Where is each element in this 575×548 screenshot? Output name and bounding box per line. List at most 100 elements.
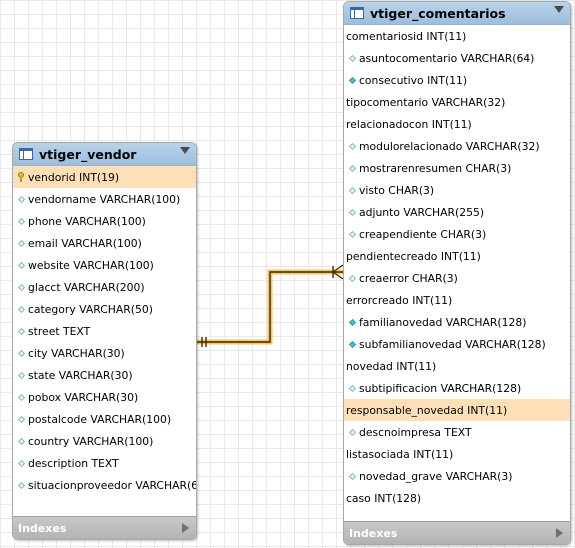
column-label: phone VARCHAR(100) <box>28 214 146 228</box>
expand-arrow-icon[interactable] <box>556 528 563 538</box>
column-row[interactable]: comentariosid INT(11) <box>344 25 570 47</box>
table-header[interactable]: vtiger_vendor <box>13 143 196 166</box>
indexes-label: Indexes <box>18 521 67 535</box>
nullable-column-icon <box>15 349 27 357</box>
expand-arrow-icon[interactable] <box>182 523 189 533</box>
table-vtiger-comentarios[interactable]: vtiger_comentarios comentariosid INT(11)… <box>343 1 571 545</box>
column-row[interactable]: creapendiente CHAR(3) <box>344 223 570 245</box>
column-row[interactable]: phone VARCHAR(100) <box>13 210 196 232</box>
column-row[interactable]: mostrarenresumen CHAR(3) <box>344 157 570 179</box>
table-header[interactable]: vtiger_comentarios <box>344 2 570 25</box>
column-label: mostrarenresumen CHAR(3) <box>359 161 512 175</box>
column-row[interactable]: tipocomentario VARCHAR(32) <box>344 91 570 113</box>
column-label: creapendiente CHAR(3) <box>359 227 487 241</box>
nullable-column-icon <box>15 217 27 225</box>
column-row[interactable]: novedad_grave VARCHAR(3) <box>344 465 570 487</box>
column-row[interactable]: subfamilianovedad VARCHAR(128) <box>344 333 570 355</box>
column-label: postalcode VARCHAR(100) <box>28 412 172 426</box>
primary-key-icon <box>15 172 27 182</box>
column-row[interactable]: consecutivo INT(11) <box>344 69 570 91</box>
column-label: errorcreado INT(11) <box>346 293 453 307</box>
column-row[interactable]: situacionproveedor VARCHAR(64) <box>13 474 196 496</box>
nullable-column-icon <box>15 195 27 203</box>
hollow-diamond-icon <box>348 54 356 62</box>
column-row[interactable]: errorcreado INT(11) <box>344 289 570 311</box>
column-row[interactable]: country VARCHAR(100) <box>13 430 196 452</box>
nullable-column-icon <box>15 459 27 467</box>
column-row[interactable]: description TEXT <box>13 452 196 474</box>
hollow-diamond-icon <box>348 384 356 392</box>
column-label: website VARCHAR(100) <box>28 258 154 272</box>
table-icon <box>19 148 33 160</box>
column-label: comentariosid INT(11) <box>346 29 467 43</box>
nullable-column-icon <box>346 186 358 194</box>
column-row[interactable]: vendorid INT(19) <box>13 166 196 188</box>
column-label: subfamilianovedad VARCHAR(128) <box>359 337 546 351</box>
column-label: adjunto VARCHAR(255) <box>359 205 485 219</box>
column-row[interactable]: asuntocomentario VARCHAR(64) <box>344 47 570 69</box>
column-row[interactable]: glacct VARCHAR(200) <box>13 276 196 298</box>
column-row[interactable]: relacionadocon INT(11) <box>344 113 570 135</box>
column-row[interactable]: listasociada INT(11) <box>344 443 570 465</box>
column-row[interactable]: pobox VARCHAR(30) <box>13 386 196 408</box>
column-row[interactable]: postalcode VARCHAR(100) <box>13 408 196 430</box>
hollow-diamond-icon <box>17 327 25 335</box>
nullable-column-icon <box>15 393 27 401</box>
column-row[interactable]: modulorelacionado VARCHAR(32) <box>344 135 570 157</box>
filled-diamond-icon <box>348 318 356 326</box>
column-row[interactable]: subtipificacion VARCHAR(128) <box>344 377 570 399</box>
column-row[interactable]: familianovedad VARCHAR(128) <box>344 311 570 333</box>
column-row[interactable]: caso INT(128) <box>344 487 570 509</box>
table-vtiger-vendor[interactable]: vtiger_vendor vendorid INT(19) vendorname… <box>12 142 197 540</box>
column-row[interactable]: state VARCHAR(30) <box>13 364 196 386</box>
column-row[interactable]: email VARCHAR(100) <box>13 232 196 254</box>
column-list: vendorid INT(19) vendorname VARCHAR(100) p… <box>13 166 196 496</box>
indexes-section[interactable]: Indexes <box>344 521 570 544</box>
column-row[interactable]: vendorname VARCHAR(100) <box>13 188 196 210</box>
column-label: vendorid INT(19) <box>28 170 120 184</box>
hollow-diamond-icon <box>348 208 356 216</box>
column-row[interactable]: category VARCHAR(50) <box>13 298 196 320</box>
column-row[interactable]: visto CHAR(3) <box>344 179 570 201</box>
column-list: comentariosid INT(11) asuntocomentario VA… <box>344 25 570 509</box>
not-null-column-icon <box>346 340 358 348</box>
column-row[interactable]: adjunto VARCHAR(255) <box>344 201 570 223</box>
hollow-diamond-icon <box>17 393 25 401</box>
nullable-column-icon <box>346 428 358 436</box>
column-label: modulorelacionado VARCHAR(32) <box>359 139 540 153</box>
column-label: consecutivo INT(11) <box>359 73 468 87</box>
table-title: vtiger_vendor <box>39 146 137 162</box>
nullable-column-icon <box>346 230 358 238</box>
hollow-diamond-icon <box>17 459 25 467</box>
column-label: street TEXT <box>28 324 91 338</box>
collapse-arrow-icon[interactable] <box>554 6 564 13</box>
hollow-diamond-icon <box>348 186 356 194</box>
nullable-column-icon <box>15 437 27 445</box>
column-row[interactable]: descnoimpresa TEXT <box>344 421 570 443</box>
hollow-diamond-icon <box>17 371 25 379</box>
hollow-diamond-icon <box>348 142 356 150</box>
table-title: vtiger_comentarios <box>370 5 506 21</box>
nullable-column-icon <box>346 274 358 282</box>
indexes-section[interactable]: Indexes <box>13 516 196 539</box>
column-label: caso INT(128) <box>346 491 422 505</box>
column-row[interactable]: city VARCHAR(30) <box>13 342 196 364</box>
column-row[interactable]: novedad INT(11) <box>344 355 570 377</box>
column-row[interactable]: creaerror CHAR(3) <box>344 267 570 289</box>
column-row[interactable]: responsable_novedad INT(11) <box>344 399 570 421</box>
hollow-diamond-icon <box>348 230 356 238</box>
column-label: country VARCHAR(100) <box>28 434 154 448</box>
column-row[interactable]: website VARCHAR(100) <box>13 254 196 276</box>
column-row[interactable]: street TEXT <box>13 320 196 342</box>
column-label: city VARCHAR(30) <box>28 346 125 360</box>
hollow-diamond-icon <box>17 437 25 445</box>
nullable-column-icon <box>15 283 27 291</box>
hollow-diamond-icon <box>348 274 356 282</box>
collapse-arrow-icon[interactable] <box>180 147 190 154</box>
hollow-diamond-icon <box>17 283 25 291</box>
column-row[interactable]: pendientecreado INT(11) <box>344 245 570 267</box>
column-label: pobox VARCHAR(30) <box>28 390 139 404</box>
relationship-line[interactable] <box>196 271 343 343</box>
column-label: subtipificacion VARCHAR(128) <box>359 381 522 395</box>
nullable-column-icon <box>15 327 27 335</box>
